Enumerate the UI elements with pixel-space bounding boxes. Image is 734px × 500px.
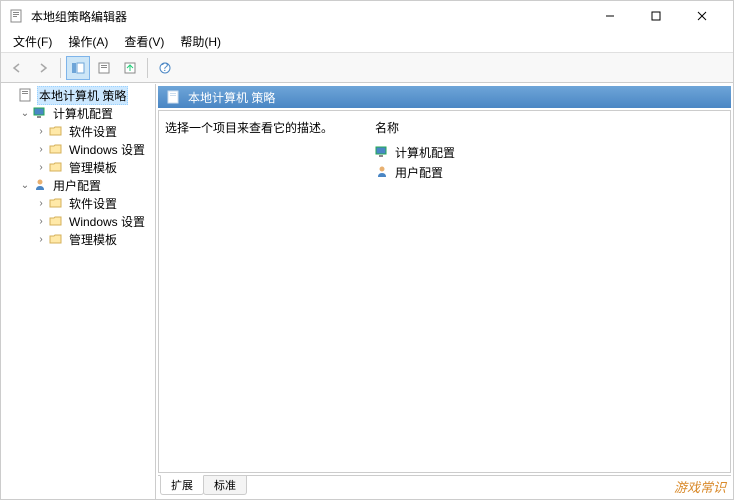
content-header-title: 本地计算机 策略 — [188, 89, 275, 106]
toolbar-separator — [147, 58, 148, 78]
tree-expand-icon[interactable]: › — [35, 197, 47, 209]
description-text: 选择一个项目来查看它的描述。 — [165, 121, 333, 135]
tree-expand-icon[interactable]: › — [35, 143, 47, 155]
tree-node-label: 软件设置 — [67, 123, 119, 140]
policy-icon — [18, 87, 34, 103]
bottom-tabs: 扩展 标准 — [158, 475, 731, 497]
properties-button[interactable] — [92, 56, 116, 80]
content-pane: 本地计算机 策略 选择一个项目来查看它的描述。 名称 计算机配置 用户配置 扩展… — [156, 84, 733, 499]
tree-computer-windows[interactable]: › Windows 设置 — [1, 140, 155, 158]
tree-node-label: 用户配置 — [51, 177, 103, 194]
menu-bar: 文件(F) 操作(A) 查看(V) 帮助(H) — [1, 31, 733, 53]
close-button[interactable] — [679, 1, 725, 31]
tree-root[interactable]: 本地计算机 策略 — [1, 86, 155, 104]
policy-icon — [166, 89, 182, 105]
watermark: 游戏常识 — [674, 477, 726, 496]
list-item-label: 计算机配置 — [395, 144, 455, 161]
tree-computer-software[interactable]: › 软件设置 — [1, 122, 155, 140]
list-item-user[interactable]: 用户配置 — [375, 162, 726, 182]
folder-icon — [48, 213, 64, 229]
user-icon — [32, 177, 48, 193]
column-header-name[interactable]: 名称 — [375, 119, 726, 142]
title-bar: 本地组策略编辑器 — [1, 1, 733, 31]
tree-node-label: 本地计算机 策略 — [37, 86, 128, 105]
help-button[interactable]: ? — [153, 56, 177, 80]
folder-icon — [48, 195, 64, 211]
folder-icon — [48, 123, 64, 139]
tab-standard[interactable]: 标准 — [203, 476, 247, 495]
tree-expand-icon[interactable]: › — [35, 233, 47, 245]
back-button[interactable] — [5, 56, 29, 80]
toolbar-separator — [60, 58, 61, 78]
tree-expand-icon[interactable]: › — [35, 215, 47, 227]
content-body: 选择一个项目来查看它的描述。 名称 计算机配置 用户配置 — [158, 110, 731, 473]
tree-computer-config[interactable]: ⌄ 计算机配置 — [1, 104, 155, 122]
folder-icon — [48, 141, 64, 157]
export-button[interactable] — [118, 56, 142, 80]
tree-user-software[interactable]: › 软件设置 — [1, 194, 155, 212]
tree-node-label: Windows 设置 — [67, 213, 147, 230]
list-item-computer[interactable]: 计算机配置 — [375, 142, 726, 162]
tree-pane[interactable]: 本地计算机 策略 ⌄ 计算机配置 › 软件设置 › Windows 设置 › 管… — [1, 84, 156, 499]
maximize-button[interactable] — [633, 1, 679, 31]
forward-button[interactable] — [31, 56, 55, 80]
tree-node-label: 软件设置 — [67, 195, 119, 212]
folder-icon — [48, 231, 64, 247]
svg-text:?: ? — [162, 61, 169, 74]
tree-node-label: 计算机配置 — [51, 105, 115, 122]
list-item-label: 用户配置 — [395, 164, 443, 181]
tree-node-label: 管理模板 — [67, 231, 119, 248]
user-icon — [375, 164, 391, 180]
main-area: 本地计算机 策略 ⌄ 计算机配置 › 软件设置 › Windows 设置 › 管… — [1, 83, 733, 499]
toolbar: ? — [1, 53, 733, 83]
tree-computer-admin[interactable]: › 管理模板 — [1, 158, 155, 176]
tree-node-label: Windows 设置 — [67, 141, 147, 158]
window-title: 本地组策略编辑器 — [31, 8, 587, 25]
menu-file[interactable]: 文件(F) — [5, 31, 60, 52]
minimize-button[interactable] — [587, 1, 633, 31]
computer-icon — [32, 105, 48, 121]
tree-user-admin[interactable]: › 管理模板 — [1, 230, 155, 248]
computer-icon — [375, 144, 391, 160]
tree-user-config[interactable]: ⌄ 用户配置 — [1, 176, 155, 194]
tree-collapse-icon[interactable]: ⌄ — [19, 179, 31, 191]
tab-extended[interactable]: 扩展 — [160, 475, 204, 495]
menu-help[interactable]: 帮助(H) — [172, 31, 229, 52]
tree-node-label: 管理模板 — [67, 159, 119, 176]
show-hide-tree-button[interactable] — [66, 56, 90, 80]
description-column: 选择一个项目来查看它的描述。 — [165, 119, 375, 468]
tree-user-windows[interactable]: › Windows 设置 — [1, 212, 155, 230]
tree-collapse-icon[interactable]: ⌄ — [19, 107, 31, 119]
folder-icon — [48, 159, 64, 175]
content-header: 本地计算机 策略 — [158, 86, 731, 108]
app-icon — [9, 8, 25, 24]
tree-expand-icon[interactable]: › — [35, 161, 47, 173]
menu-action[interactable]: 操作(A) — [60, 31, 116, 52]
list-column: 名称 计算机配置 用户配置 — [375, 119, 726, 468]
menu-view[interactable]: 查看(V) — [116, 31, 172, 52]
tree-expand-icon[interactable]: › — [35, 125, 47, 137]
